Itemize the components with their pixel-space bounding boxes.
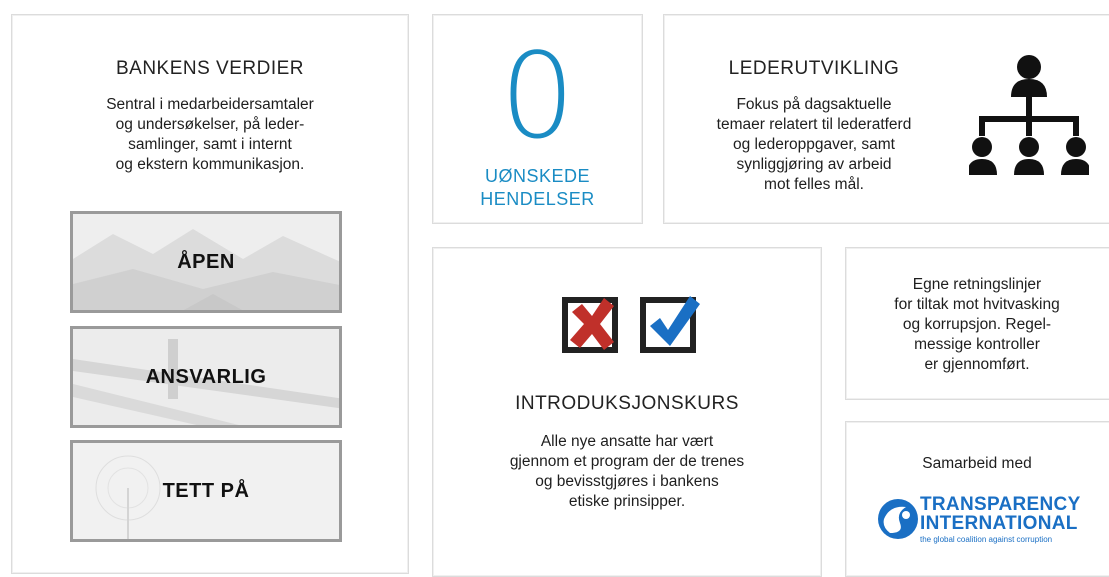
incidents-card: 0 UØNSKEDE HENDELSER — [432, 14, 643, 224]
checkbox-cross-icon — [562, 297, 618, 353]
logo-line-2: INTERNATIONAL — [920, 513, 1078, 534]
value-open-label: ÅPEN — [177, 250, 235, 273]
partner-card: Samarbeid med TRANSPARENCY INTERNATIONAL… — [845, 421, 1109, 577]
partner-label: Samarbeid med — [922, 455, 1032, 472]
value-close-label: TETT PÅ — [162, 479, 250, 502]
incidents-count: 0 — [499, 27, 576, 165]
incidents-label: UØNSKEDE HENDELSER — [480, 166, 595, 209]
intro-course-description: Alle nye ansatte har vært gjennom et pro… — [509, 433, 745, 510]
intro-course-title: INTRODUKSJONSKURS — [515, 393, 739, 414]
leadership-card: LEDERUTVIKLING Fokus på dagsaktuelle tem… — [663, 14, 1109, 224]
values-title: BANKENS VERDIER — [115, 58, 305, 79]
org-chart-icon — [969, 55, 1089, 175]
globe-person-icon — [878, 499, 918, 539]
anti-money-laundering-card: Egne retningslinjer for tiltak mot hvitv… — [845, 247, 1109, 400]
values-description: Sentral i medarbeidersamtaler og undersø… — [106, 96, 314, 173]
value-tile-open: ÅPEN — [70, 211, 342, 313]
leadership-description: Fokus på dagsaktuelle temaer relatert ti… — [716, 96, 912, 193]
value-tile-responsible: ANSVARLIG — [70, 326, 342, 428]
aml-description: Egne retningslinjer for tiltak mot hvitv… — [894, 276, 1060, 373]
intro-course-card: INTRODUKSJONSKURS Alle nye ansatte har v… — [432, 247, 822, 577]
logo-tagline: the global coalition against corruption — [920, 535, 1053, 544]
value-tile-close: TETT PÅ — [70, 440, 342, 542]
leadership-title: LEDERUTVIKLING — [728, 58, 900, 79]
value-responsible-label: ANSVARLIG — [145, 365, 267, 388]
checkbox-check-icon — [640, 296, 700, 353]
transparency-international-logo: TRANSPARENCY INTERNATIONAL the global co… — [876, 494, 1096, 550]
